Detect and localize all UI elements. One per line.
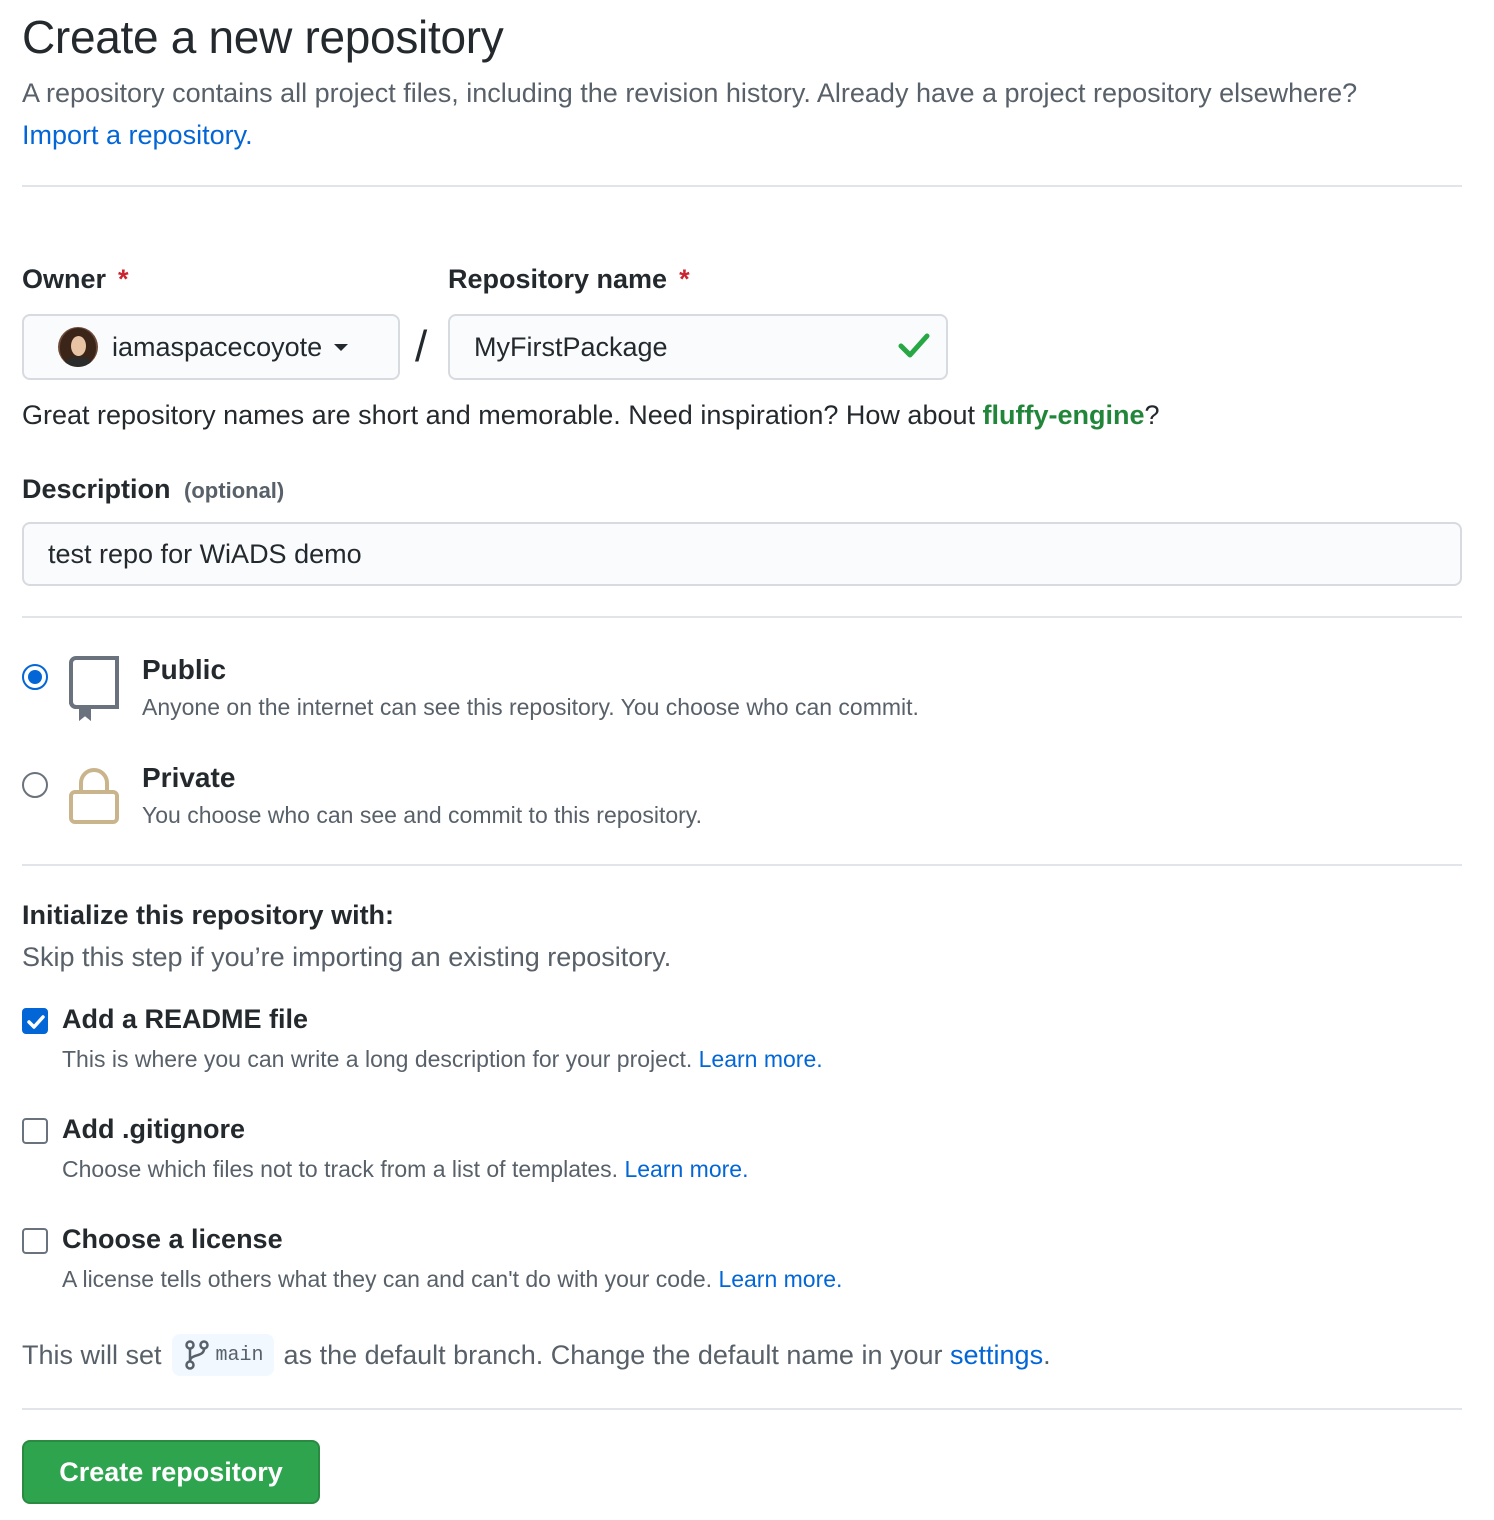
- gitignore-title: Add .gitignore: [62, 1114, 245, 1144]
- lock-icon: [69, 768, 119, 824]
- branch-middle: as the default branch. Change the defaul…: [283, 1339, 943, 1370]
- branch-prefix: This will set: [22, 1339, 162, 1370]
- description-label-text: Description: [22, 474, 171, 504]
- branch-pill: main: [171, 1334, 274, 1376]
- gitignore-learn-more-link[interactable]: Learn more.: [624, 1156, 748, 1182]
- description-label: Description (optional): [22, 474, 284, 505]
- readme-desc-text: This is where you can write a long descr…: [62, 1046, 693, 1072]
- avatar: [58, 327, 98, 367]
- settings-link[interactable]: settings: [950, 1340, 1043, 1371]
- visibility-public-desc: Anyone on the internet can see this repo…: [142, 694, 919, 720]
- readme-learn-more-link[interactable]: Learn more.: [699, 1046, 823, 1072]
- git-branch-icon: [184, 1340, 209, 1370]
- license-title: Choose a license: [62, 1224, 283, 1254]
- required-mark: *: [118, 264, 129, 294]
- license-learn-more-link[interactable]: Learn more.: [718, 1266, 842, 1292]
- visibility-private-desc: You choose who can see and commit to thi…: [142, 802, 702, 828]
- owner-select[interactable]: iamaspacecoyote: [22, 314, 400, 380]
- readme-desc: This is where you can write a long descr…: [62, 1046, 823, 1073]
- repo-name-label-text: Repository name: [448, 264, 668, 294]
- checkmark-icon: [27, 1015, 45, 1029]
- required-mark: *: [679, 264, 690, 294]
- hint-text: Great repository names are short and mem…: [22, 400, 975, 430]
- repo-name-input[interactable]: [448, 314, 948, 380]
- divider: [22, 864, 1462, 866]
- repo-name-label: Repository name *: [448, 264, 690, 295]
- divider: [22, 616, 1462, 618]
- optional-note: (optional): [184, 478, 285, 503]
- divider: [22, 1408, 1462, 1410]
- gitignore-checkbox[interactable]: [22, 1118, 48, 1144]
- visibility-public-title: Public: [142, 654, 227, 685]
- owner-label-text: Owner: [22, 264, 107, 294]
- gitignore-desc: Choose which files not to track from a l…: [62, 1156, 748, 1183]
- repo-name-hint: Great repository names are short and mem…: [22, 400, 1160, 431]
- initialize-subtitle: Skip this step if you’re importing an ex…: [22, 942, 672, 972]
- import-repository-link[interactable]: Import a repository.: [22, 120, 253, 150]
- repo-icon: [69, 656, 119, 721]
- license-desc-text: A license tells others what they can and…: [62, 1266, 713, 1292]
- name-suggestion[interactable]: fluffy-engine: [983, 400, 1145, 430]
- gitignore-desc-text: Choose which files not to track from a l…: [62, 1156, 619, 1182]
- visibility-private-title: Private: [142, 762, 236, 793]
- initialize-title: Initialize this repository with:: [22, 900, 395, 930]
- check-icon: [898, 333, 930, 358]
- owner-repo-separator: /: [415, 322, 428, 371]
- readme-title: Add a README file: [62, 1004, 309, 1034]
- branch-suffix: .: [1043, 1339, 1051, 1370]
- visibility-public-radio[interactable]: [22, 664, 48, 690]
- branch-name: main: [215, 1343, 264, 1367]
- subtitle-text: A repository contains all project files,…: [22, 78, 1358, 108]
- license-checkbox[interactable]: [22, 1228, 48, 1254]
- caret-down-icon: [334, 343, 349, 351]
- create-repository-button[interactable]: Create repository: [22, 1440, 320, 1504]
- license-desc: A license tells others what they can and…: [62, 1266, 842, 1293]
- page-subtitle: A repository contains all project files,…: [22, 72, 1402, 156]
- page-title: Create a new repository: [22, 11, 504, 63]
- owner-name: iamaspacecoyote: [112, 331, 323, 362]
- readme-checkbox[interactable]: [22, 1008, 48, 1034]
- divider: [22, 185, 1462, 187]
- default-branch-note: This will set main as the default branch…: [22, 1334, 1051, 1376]
- description-input[interactable]: [22, 522, 1462, 586]
- hint-suffix: ?: [1144, 400, 1160, 430]
- visibility-private-radio[interactable]: [22, 772, 48, 798]
- owner-label: Owner *: [22, 264, 129, 295]
